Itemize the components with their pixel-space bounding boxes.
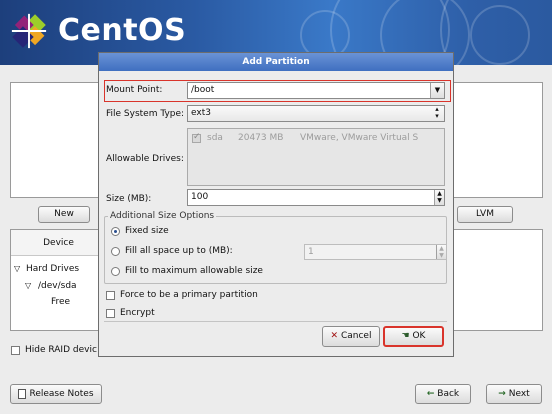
release-notes-button[interactable]: Release Notes xyxy=(10,384,102,404)
spin-arrows-icon[interactable]: ▲ ▼ xyxy=(436,245,446,259)
new-button[interactable]: New xyxy=(38,206,90,223)
document-icon xyxy=(18,388,27,399)
expand-down-icon[interactable]: ▽ xyxy=(14,264,20,273)
fill-upto-value: 1 xyxy=(308,247,314,257)
fill-upto-spinner[interactable]: 1 ▲ ▼ xyxy=(304,244,447,260)
column-header-device[interactable]: Device xyxy=(11,230,107,256)
dialog-title: Add Partition xyxy=(99,53,453,71)
expand-down-icon[interactable]: ▽ xyxy=(25,281,31,290)
drive-model: VMware, VMware Virtual S xyxy=(300,133,419,143)
drive-sda-checkbox[interactable]: ✓ xyxy=(192,132,201,143)
fixed-size-radio[interactable] xyxy=(111,227,120,236)
size-spinner[interactable]: 100 ▲ ▼ xyxy=(187,189,445,206)
ok-hand-icon: ☚ xyxy=(401,331,410,341)
up-down-arrows-icon: ▴ ▾ xyxy=(435,105,439,120)
add-partition-dialog: Add Partition Mount Point: /boot ▼ File … xyxy=(98,52,454,357)
cancel-button[interactable]: ✕ Cancel xyxy=(322,326,380,347)
dialog-separator xyxy=(104,321,447,322)
fill-upto-radio[interactable] xyxy=(111,247,120,256)
mount-point-value: /boot xyxy=(191,85,215,95)
ok-label: OK xyxy=(412,331,426,341)
release-notes-label: Release Notes xyxy=(29,389,94,399)
mount-point-label: Mount Point: xyxy=(106,85,163,95)
force-primary-checkbox[interactable] xyxy=(106,291,115,300)
hide-raid-checkbox[interactable] xyxy=(11,346,20,355)
back-label: Back xyxy=(437,389,460,399)
tree-item-dev-sda[interactable]: /dev/sda xyxy=(38,281,77,291)
cancel-x-icon: ✕ xyxy=(330,331,339,341)
brand-name: CentOS xyxy=(58,13,187,48)
fs-type-select[interactable]: ext3 ▴ ▾ xyxy=(187,105,445,122)
new-button-label: New xyxy=(54,209,74,219)
arrow-left-icon: ← xyxy=(426,389,435,399)
fill-upto-label[interactable]: Fill all space up to (MB): xyxy=(125,246,233,256)
lvm-button-label: LVM xyxy=(476,209,494,219)
force-primary-label[interactable]: Force to be a primary partition xyxy=(120,290,258,300)
allowable-drives-label: Allowable Drives: xyxy=(106,154,184,164)
encrypt-label[interactable]: Encrypt xyxy=(120,308,155,318)
lvm-button[interactable]: LVM xyxy=(457,206,513,223)
fixed-size-label[interactable]: Fixed size xyxy=(125,226,169,236)
size-value: 100 xyxy=(191,192,209,202)
cancel-label: Cancel xyxy=(340,331,372,341)
ok-button[interactable]: ☚ OK xyxy=(383,326,444,347)
next-label: Next xyxy=(508,389,530,399)
dropdown-arrow-icon[interactable]: ▼ xyxy=(430,83,444,98)
size-label: Size (MB): xyxy=(106,194,152,204)
drive-size: 20473 MB xyxy=(238,133,284,143)
tree-item-free[interactable]: Free xyxy=(51,297,70,307)
spin-arrows-icon[interactable]: ▲ ▼ xyxy=(434,190,444,205)
hide-raid-label: Hide RAID devic xyxy=(25,345,97,355)
fs-type-label: File System Type: xyxy=(106,109,185,119)
allowable-drives-list[interactable]: ✓ sda 20473 MB VMware, VMware Virtual S xyxy=(187,128,445,186)
centos-logo-icon xyxy=(11,13,47,49)
next-button[interactable]: → Next xyxy=(486,384,542,404)
fill-max-label[interactable]: Fill to maximum allowable size xyxy=(125,266,263,276)
drive-name: sda xyxy=(207,133,223,143)
tree-item-hard-drives[interactable]: Hard Drives xyxy=(26,264,79,274)
fs-type-value: ext3 xyxy=(191,108,211,118)
checkmark-icon: ✓ xyxy=(193,132,201,142)
size-options-title: Additional Size Options xyxy=(108,211,217,221)
device-header-label: Device xyxy=(43,238,74,248)
fill-max-radio[interactable] xyxy=(111,267,120,276)
back-button[interactable]: ← Back xyxy=(415,384,471,404)
mount-point-combo[interactable]: /boot ▼ xyxy=(187,82,445,99)
encrypt-checkbox[interactable] xyxy=(106,309,115,318)
arrow-right-icon: → xyxy=(498,389,506,399)
